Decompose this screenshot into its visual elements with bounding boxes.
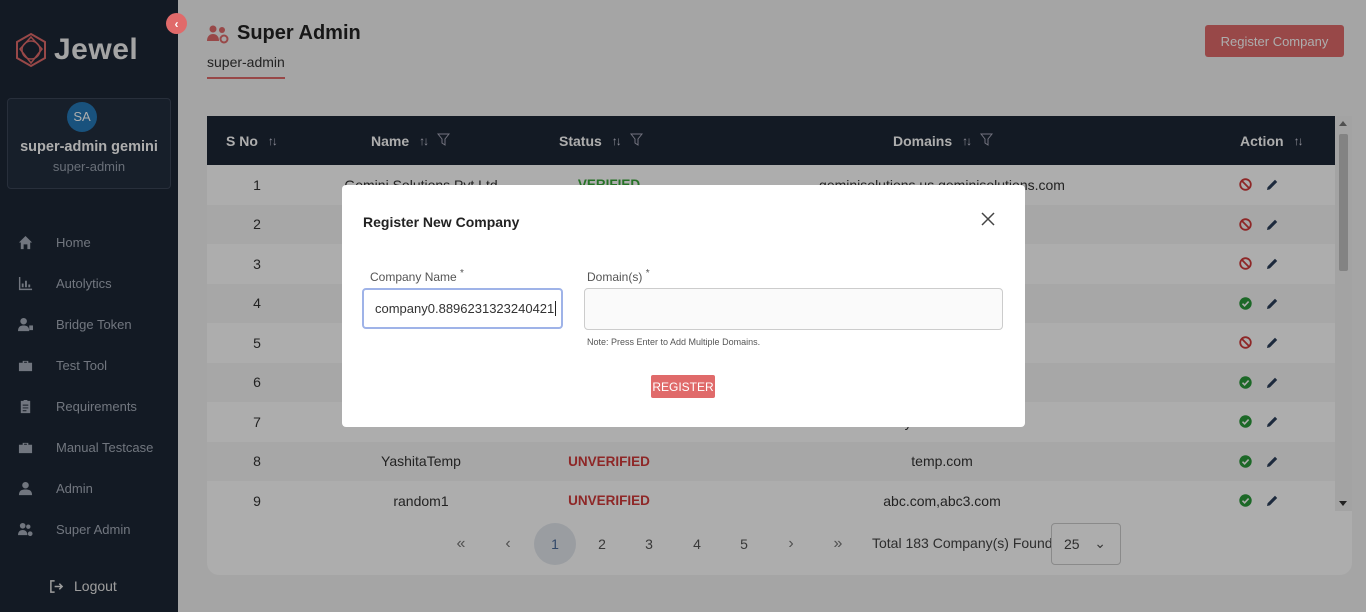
sidebar-collapse-button[interactable]: ‹ — [166, 13, 187, 34]
register-company-modal: Register New Company Company Name * comp… — [342, 185, 1025, 427]
register-button[interactable]: REGISTER — [651, 375, 715, 398]
company-name-value: company0.8896231323240421 — [375, 301, 555, 316]
domains-label: Domain(s) * — [587, 268, 650, 284]
label-text: Company Name — [370, 270, 457, 284]
modal-title: Register New Company — [363, 214, 520, 230]
domains-note: Note: Press Enter to Add Multiple Domain… — [587, 337, 761, 347]
text-cursor — [555, 301, 557, 316]
domains-input[interactable] — [584, 288, 1003, 330]
required-mark: * — [460, 268, 464, 279]
company-name-label: Company Name * — [370, 268, 464, 284]
company-name-input[interactable]: company0.8896231323240421 — [362, 288, 563, 329]
close-icon[interactable] — [980, 211, 996, 227]
required-mark: * — [645, 268, 650, 279]
label-text: Domain(s) — [587, 270, 643, 284]
